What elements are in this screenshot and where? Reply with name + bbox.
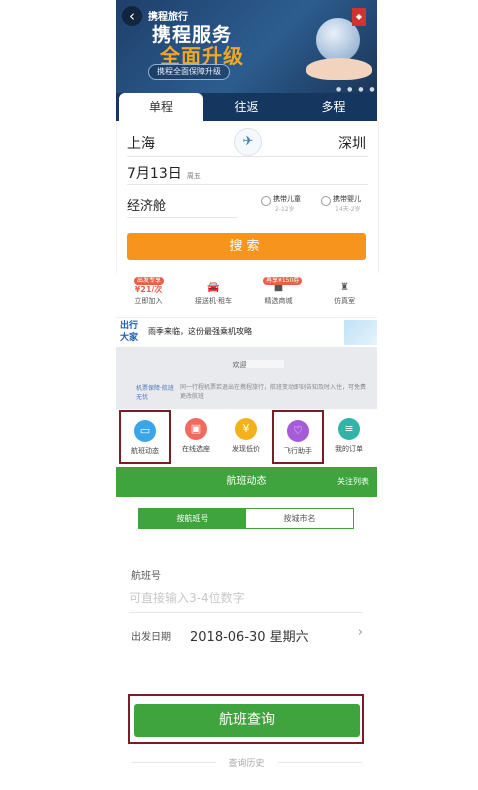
- username-redacted: [246, 360, 284, 368]
- departure-date: 7月13日: [127, 166, 182, 182]
- member-info: 欢迎回家 机票保障·航班无忧 同一行程机票若退出在携程旅行，航班变动即刻告知及时…: [116, 347, 377, 409]
- banner-tagline: 携程全面保障升级: [148, 64, 230, 80]
- booking-form: 上海 ✈ 深圳 7月13日 周五 经济舱 携带儿童 2-12岁 携带婴儿 14天…: [116, 121, 379, 273]
- infant-age: 14天-2岁: [335, 206, 361, 213]
- cabin-class[interactable]: 经济舱: [127, 195, 166, 214]
- service-label: 在线选座: [182, 445, 210, 453]
- guarantee-desc: 同一行程机票若退出在携程旅行，航班变动即刻告知及时入住，可免费更改航班: [180, 384, 367, 400]
- seat-select-icon: ▣: [185, 418, 207, 440]
- flight-query-button[interactable]: 航班查询: [134, 704, 360, 737]
- service-low-price[interactable]: ¥ 发现低价: [220, 410, 272, 464]
- chevron-right-icon: ›: [357, 625, 363, 640]
- divider: [129, 612, 363, 613]
- quick-mall-label: 精选商城: [264, 297, 293, 305]
- date-label: 出发日期: [131, 632, 171, 643]
- flight-status-header: 航班动态 关注列表: [116, 467, 377, 497]
- quick-transfer-label: 接送机·租车: [194, 297, 233, 305]
- segment-by-flight[interactable]: 按航班号: [139, 509, 246, 528]
- service-label: 我的订单: [335, 445, 363, 453]
- arrival-city[interactable]: 深圳: [338, 133, 366, 153]
- flight-assistant-icon: ♡: [287, 420, 309, 442]
- hands-image: [306, 58, 372, 80]
- quick-join-label: 立即加入: [134, 297, 163, 305]
- flight-number-input[interactable]: 可直接输入3-4位数字: [129, 589, 245, 606]
- price-text: ¥21/次: [134, 285, 163, 294]
- orders-icon: ≡: [338, 418, 360, 440]
- gift-icon: ◆: [352, 8, 366, 26]
- airplane-image: [344, 320, 377, 345]
- flight-status-icon: ▭: [134, 420, 156, 442]
- weekday: 周五: [186, 172, 201, 180]
- service-flight-assistant[interactable]: ♡ 飞行助手: [272, 410, 324, 464]
- departure-city[interactable]: 上海: [127, 133, 155, 153]
- swap-cities-button[interactable]: ✈: [234, 128, 262, 156]
- search-button[interactable]: 搜索: [127, 233, 366, 260]
- service-label: 航班动态: [131, 447, 159, 455]
- tab-multi-city[interactable]: 多程: [290, 93, 377, 121]
- quick-nav: ¥21/次 立即加入 出发专享 🚘 接送机·租车 ■ 精选商城 再享¥150券 …: [116, 277, 377, 315]
- quick-tag-1: 出发专享: [134, 277, 165, 285]
- back-button[interactable]: ‹: [122, 6, 142, 26]
- quick-transfer[interactable]: 🚘 接送机·租车: [181, 277, 246, 306]
- divider: [127, 156, 368, 157]
- service-label: 飞行助手: [284, 447, 312, 455]
- infant-radio[interactable]: [321, 196, 331, 206]
- low-price-icon: ¥: [235, 418, 257, 440]
- divider: [127, 217, 237, 218]
- date-value: 2018-06-30 星期六: [190, 630, 309, 645]
- infant-label: 携带婴儿: [333, 195, 361, 203]
- quick-seat[interactable]: ♜ 仿真室: [312, 277, 377, 306]
- ad-text: 雨季来临，这份最强乘机攻略: [148, 327, 252, 336]
- flight-number-label: 航班号: [131, 571, 161, 582]
- divider: [127, 184, 368, 185]
- car-icon: 🚘: [207, 282, 220, 293]
- service-flight-status[interactable]: ▭ 航班动态: [119, 410, 171, 464]
- trip-type-tabs: 单程 往返 多程: [116, 93, 377, 121]
- tab-round-trip[interactable]: 往返: [203, 93, 290, 121]
- search-mode-toggle: 按航班号 按城市名: [138, 508, 354, 529]
- divider: [278, 762, 362, 763]
- date-picker[interactable]: 7月13日 周五: [127, 163, 201, 183]
- service-seat-select[interactable]: ▣ 在线选座: [170, 410, 222, 464]
- watch-list-link[interactable]: 关注列表: [337, 467, 369, 497]
- departure-date-row[interactable]: 出发日期 2018-06-30 星期六 ›: [129, 624, 363, 645]
- ad-strip[interactable]: 出行大家 雨季来临，这份最强乘机攻略: [116, 317, 377, 347]
- seat-icon: ♜: [340, 282, 349, 293]
- ad-logo: 出行大家: [120, 321, 139, 343]
- quick-seat-label: 仿真室: [334, 297, 355, 305]
- segment-by-city[interactable]: 按城市名: [246, 509, 353, 528]
- guarantee-note[interactable]: 机票保障·航班无忧: [136, 383, 176, 401]
- promo-banner[interactable]: ‹ 携程旅行 携程服务 全面升级 携程全面保障升级 ◆ ● ● ● ●: [116, 0, 377, 93]
- child-age: 2-12岁: [275, 206, 295, 213]
- tab-one-way[interactable]: 单程: [119, 93, 203, 121]
- service-icons: ▭ 航班动态 ▣ 在线选座 ¥ 发现低价 ♡ 飞行助手 ≡ 我的订单: [116, 410, 377, 464]
- service-orders[interactable]: ≡ 我的订单: [323, 410, 375, 464]
- child-radio[interactable]: [261, 196, 271, 206]
- service-label: 发现低价: [232, 445, 260, 453]
- carousel-dots: ● ● ● ●: [336, 86, 377, 93]
- quick-tag-3: 再享¥150券: [263, 277, 303, 285]
- child-label: 携带儿童: [273, 195, 301, 203]
